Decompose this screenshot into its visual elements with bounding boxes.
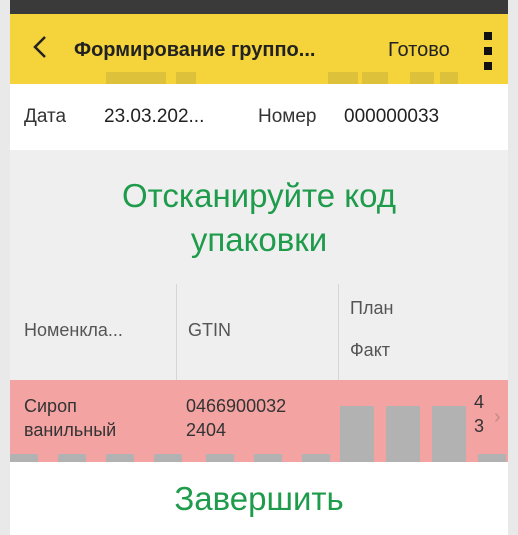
placeholder-block — [58, 454, 86, 462]
row-name-line2: ванильный — [24, 420, 117, 440]
document-info: Дата 23.03.202... Номер 000000033 — [10, 84, 508, 150]
chevron-left-icon[interactable] — [26, 32, 56, 62]
finish-button[interactable]: Завершить — [10, 462, 508, 535]
placeholder-block — [106, 454, 134, 462]
row-name-line1: Сироп — [24, 396, 77, 416]
column-header-fact[interactable]: Факт — [350, 340, 390, 361]
column-header-gtin[interactable]: GTIN — [188, 320, 231, 341]
table-row[interactable]: Сироп ванильный 0466900032 2404 4 3 › — [10, 380, 508, 462]
column-header-nomenclature[interactable]: Номенкла... — [24, 320, 123, 341]
scan-prompt-line1: Отсканируйте код — [122, 177, 396, 214]
number-label: Номер — [258, 106, 317, 127]
kebab-menu-icon[interactable] — [482, 32, 494, 70]
placeholder-block — [340, 406, 374, 462]
number-value: 000000033 — [344, 106, 440, 127]
chevron-right-icon: › — [494, 406, 501, 428]
placeholder-block — [254, 454, 282, 462]
done-button[interactable]: Готово — [388, 39, 450, 62]
placeholder-block — [206, 454, 234, 462]
app-bar: Формирование группо... Готово — [10, 14, 508, 98]
date-label: Дата — [24, 106, 67, 127]
row-gtin-line2: 2404 — [186, 420, 227, 440]
row-fact-value: 3 — [474, 416, 485, 436]
column-divider — [176, 284, 177, 380]
table-header: Номенкла... GTIN План Факт — [10, 284, 508, 380]
scan-prompt-line2: упаковки — [190, 221, 328, 258]
date-value: 23.03.202... — [104, 106, 205, 127]
column-header-plan[interactable]: План — [350, 298, 393, 319]
placeholder-block — [154, 454, 182, 462]
placeholder-block — [478, 454, 506, 462]
row-gtin-line1: 0466900032 — [186, 396, 287, 416]
row-gtin: 0466900032 2404 — [186, 394, 336, 442]
placeholder-block — [10, 454, 38, 462]
placeholder-block — [432, 406, 466, 462]
row-nomenclature: Сироп ванильный — [24, 394, 174, 442]
scan-prompt: Отсканируйте код упаковки — [10, 150, 508, 284]
row-plan-value: 4 — [474, 392, 485, 412]
page-title: Формирование группо... — [74, 39, 316, 61]
placeholder-block — [302, 454, 330, 462]
column-divider — [338, 284, 339, 380]
placeholder-block — [386, 406, 420, 462]
